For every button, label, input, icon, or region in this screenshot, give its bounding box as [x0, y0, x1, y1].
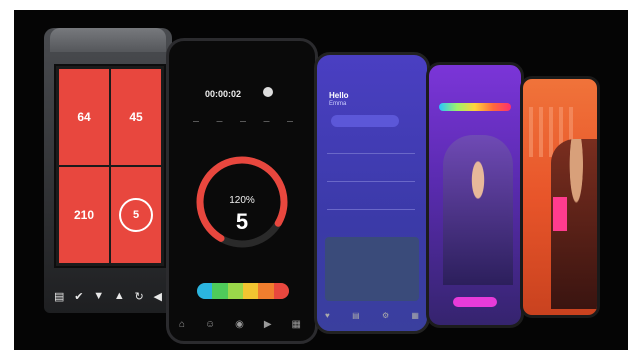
product-showcase: 64 45 210 5 ▤ ✔ ▼ ▲ ↻ ◀ 00:00:02 — — — —…: [14, 10, 628, 350]
bike-console-device: 64 45 210 5 ▤ ✔ ▼ ▲ ↻ ◀: [44, 28, 172, 313]
phone-profile-screen: [520, 76, 600, 318]
zone-segment: [242, 283, 259, 299]
up-key-icon[interactable]: ▲: [114, 290, 125, 304]
metric-tile-2: 45: [111, 69, 161, 165]
console-top-cap: [50, 28, 166, 52]
stat-4: —: [263, 119, 270, 125]
connect-button[interactable]: [331, 115, 399, 127]
stat-3: —: [240, 119, 246, 125]
metric-value-2: 45: [129, 110, 143, 124]
metric-tile-1: 64: [59, 69, 109, 165]
zone-bar: [197, 283, 289, 299]
down-key-icon[interactable]: ▼: [93, 290, 104, 304]
zone-segment: [227, 283, 243, 299]
record-icon[interactable]: ◉: [235, 319, 244, 330]
menu-key-icon[interactable]: ▤: [54, 290, 64, 304]
zone-gradient-bar: [439, 103, 511, 111]
stat-1: —: [193, 119, 199, 125]
video-icon[interactable]: ▶: [264, 319, 272, 330]
grid-icon[interactable]: ▦: [411, 311, 419, 320]
level-ring: 5: [119, 198, 153, 232]
zone-segment: [212, 283, 228, 299]
intensity-level: 5: [235, 209, 249, 234]
workout-timer: 00:00:02: [205, 89, 242, 99]
home-icon[interactable]: ⌂: [179, 319, 185, 330]
divider: [327, 153, 415, 154]
stop-button-icon[interactable]: [263, 87, 273, 97]
chart-icon[interactable]: ▤: [352, 311, 360, 320]
user-name: Emma: [329, 101, 347, 107]
metric-value-1: 64: [77, 110, 91, 124]
refresh-key-icon[interactable]: ↻: [135, 290, 144, 304]
cyclist-image: [443, 135, 513, 285]
divider: [327, 209, 415, 210]
metric-value-3: 210: [73, 208, 95, 222]
back-key-icon[interactable]: ◀: [154, 290, 162, 304]
zone-segment: [197, 283, 213, 299]
phone-video-screen: [426, 62, 524, 328]
start-button[interactable]: [453, 297, 497, 307]
phone-dashboard-screen: Hello Emma ♥ ▤ ⚙ ▦: [314, 52, 430, 334]
console-keys: ▤ ✔ ▼ ▲ ↻ ◀: [54, 290, 162, 304]
grid-icon[interactable]: ▦: [292, 319, 301, 330]
metric-value-4: 5: [132, 209, 140, 221]
bottom-nav: ⌂ ☺ ◉ ▶ ▦: [179, 319, 301, 330]
bottom-nav: ♥ ▤ ⚙ ▦: [325, 311, 419, 320]
highlight-tag: [553, 197, 567, 231]
intensity-percent: 120%: [229, 195, 255, 206]
greeting: Hello: [329, 91, 349, 100]
divider: [327, 181, 415, 182]
check-key-icon[interactable]: ✔: [74, 290, 83, 304]
zone-segment: [273, 283, 289, 299]
user-icon[interactable]: ☺: [205, 319, 215, 330]
metric-tile-3: 210: [59, 167, 109, 263]
bike-icon[interactable]: ⚙: [382, 311, 389, 320]
stats-row: — — — — —: [193, 119, 293, 125]
zone-segment: [258, 283, 274, 299]
metric-tile-4: 5: [111, 167, 161, 263]
workout-card[interactable]: [325, 237, 419, 301]
pulse-icon[interactable]: ♥: [325, 311, 330, 320]
phone-workout-screen: 00:00:02 — — — — — 120% 5 ⌂ ☺ ◉ ▶ ▦: [166, 38, 318, 344]
stat-5: —: [287, 119, 293, 125]
console-screen: 64 45 210 5: [54, 64, 166, 268]
stat-2: —: [216, 119, 223, 125]
